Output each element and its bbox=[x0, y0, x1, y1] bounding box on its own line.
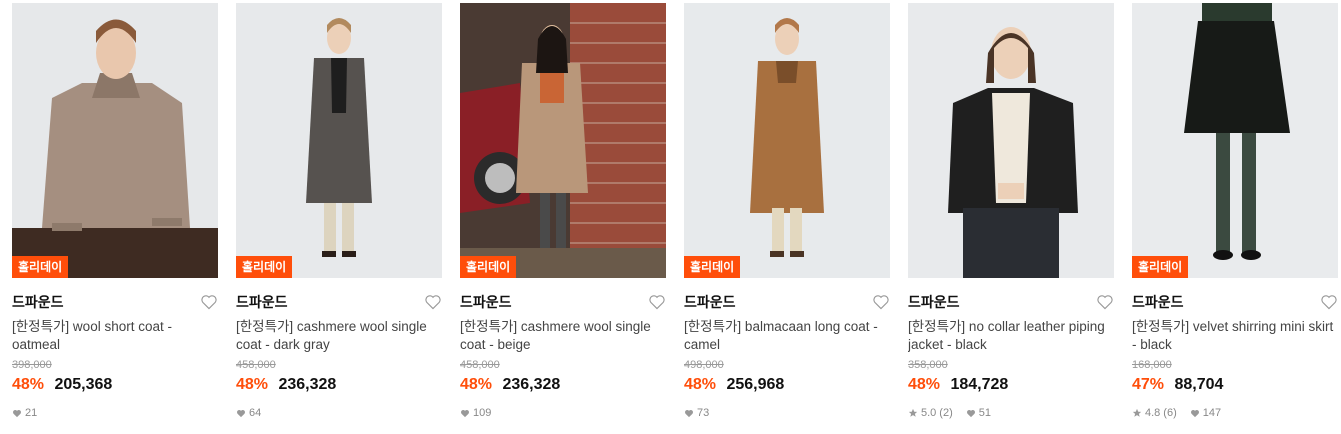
product-card[interactable]: 홀리데이 드파운드 [한정특가] velvet shirring mini sk… bbox=[1132, 3, 1338, 431]
product-image[interactable]: 홀리데이 bbox=[460, 3, 666, 278]
heart-icon[interactable] bbox=[648, 294, 666, 310]
heart-icon[interactable] bbox=[1096, 294, 1114, 310]
discount-rate: 48% bbox=[460, 376, 493, 393]
like-count-icon bbox=[13, 409, 21, 417]
brand-name[interactable]: 드파운드 bbox=[684, 294, 736, 310]
brand-name[interactable]: 드파운드 bbox=[236, 294, 288, 310]
holiday-tag: 홀리데이 bbox=[12, 256, 69, 278]
product-card[interactable]: 홀리데이 드파운드 [한정특가] balmacaan long coat - c… bbox=[684, 3, 890, 431]
product-stats: 21 bbox=[12, 406, 218, 420]
product-stats: 109 bbox=[460, 406, 666, 420]
discount-rate: 48% bbox=[12, 376, 45, 393]
review-count: (6) bbox=[1163, 407, 1177, 419]
heart-icon[interactable] bbox=[872, 294, 890, 310]
heart-icon[interactable] bbox=[424, 294, 442, 310]
original-price: 358,000 bbox=[908, 359, 948, 371]
sale-price: 184,728 bbox=[950, 376, 1009, 393]
rating-score: 4.8 bbox=[1145, 407, 1161, 419]
product-card[interactable]: 드파운드 [한정특가] no collar leather piping jac… bbox=[908, 3, 1114, 431]
original-price: 458,000 bbox=[460, 359, 500, 371]
heart-icon[interactable] bbox=[1320, 294, 1338, 310]
holiday-tag: 홀리데이 bbox=[1132, 256, 1189, 278]
original-price: 398,000 bbox=[12, 359, 52, 371]
sale-price: 236,328 bbox=[502, 376, 561, 393]
holiday-tag: 홀리데이 bbox=[684, 256, 741, 278]
product-image[interactable]: 홀리데이 bbox=[684, 3, 890, 278]
product-stats: 4.8 (6) 147 bbox=[1132, 406, 1338, 420]
product-card[interactable]: 홀리데이 드파운드 [한정특가] wool short coat - oatme… bbox=[12, 3, 218, 431]
like-count: 21 bbox=[25, 407, 38, 419]
like-count-icon bbox=[237, 409, 245, 417]
discount-rate: 47% bbox=[1132, 376, 1165, 393]
product-stats: 5.0 (2) 51 bbox=[908, 406, 1114, 420]
discount-rate: 48% bbox=[684, 376, 717, 393]
original-price: 498,000 bbox=[684, 359, 724, 371]
product-stats: 73 bbox=[684, 406, 890, 420]
product-image[interactable]: 홀리데이 bbox=[1132, 3, 1338, 278]
product-image[interactable]: 홀리데이 bbox=[12, 3, 218, 278]
sale-price: 205,368 bbox=[54, 376, 113, 393]
brand-name[interactable]: 드파운드 bbox=[1132, 294, 1184, 310]
product-name[interactable]: [한정특가] balmacaan long coat - camel bbox=[684, 318, 890, 354]
brand-name[interactable]: 드파운드 bbox=[12, 294, 64, 310]
like-count-icon bbox=[685, 409, 693, 417]
original-price: 168,000 bbox=[1132, 359, 1172, 371]
like-count-icon bbox=[966, 409, 975, 417]
product-name[interactable]: [한정특가] cashmere wool single coat - dark … bbox=[236, 318, 442, 354]
sale-price: 256,968 bbox=[726, 376, 785, 393]
product-name[interactable]: [한정특가] cashmere wool single coat - beige bbox=[460, 318, 666, 354]
product-stats: 64 bbox=[236, 406, 442, 420]
holiday-tag: 홀리데이 bbox=[460, 256, 517, 278]
rating-score: 5.0 bbox=[921, 407, 937, 419]
like-count: 147 bbox=[1202, 407, 1222, 419]
like-count: 109 bbox=[473, 407, 492, 419]
like-count-icon bbox=[1190, 409, 1199, 417]
product-name[interactable]: [한정특가] velvet shirring mini skirt - blac… bbox=[1132, 318, 1338, 354]
star-icon bbox=[908, 408, 918, 417]
original-price: 458,000 bbox=[236, 359, 276, 371]
product-image[interactable] bbox=[908, 3, 1114, 278]
holiday-tag: 홀리데이 bbox=[236, 256, 293, 278]
product-image[interactable]: 홀리데이 bbox=[236, 3, 442, 278]
discount-rate: 48% bbox=[908, 376, 941, 393]
product-name[interactable]: [한정특가] wool short coat - oatmeal bbox=[12, 318, 218, 354]
sale-price: 236,328 bbox=[278, 376, 337, 393]
brand-name[interactable]: 드파운드 bbox=[908, 294, 960, 310]
review-count: (2) bbox=[939, 407, 953, 419]
product-card[interactable]: 홀리데이 드파운드 [한정특가] cashmere wool single co… bbox=[236, 3, 442, 431]
like-count: 73 bbox=[697, 407, 710, 419]
like-count: 64 bbox=[249, 407, 262, 419]
product-name[interactable]: [한정특가] no collar leather piping jacket -… bbox=[908, 318, 1114, 354]
brand-name[interactable]: 드파운드 bbox=[460, 294, 512, 310]
like-count-icon bbox=[461, 409, 469, 417]
product-card[interactable]: 홀리데이 드파운드 [한정특가] cashmere wool single co… bbox=[460, 3, 666, 431]
star-icon bbox=[1132, 408, 1142, 417]
like-count: 51 bbox=[978, 407, 991, 419]
heart-icon[interactable] bbox=[200, 294, 218, 310]
discount-rate: 48% bbox=[236, 376, 269, 393]
product-grid: 홀리데이 드파운드 [한정특가] wool short coat - oatme… bbox=[0, 0, 1341, 434]
sale-price: 88,704 bbox=[1174, 376, 1224, 393]
